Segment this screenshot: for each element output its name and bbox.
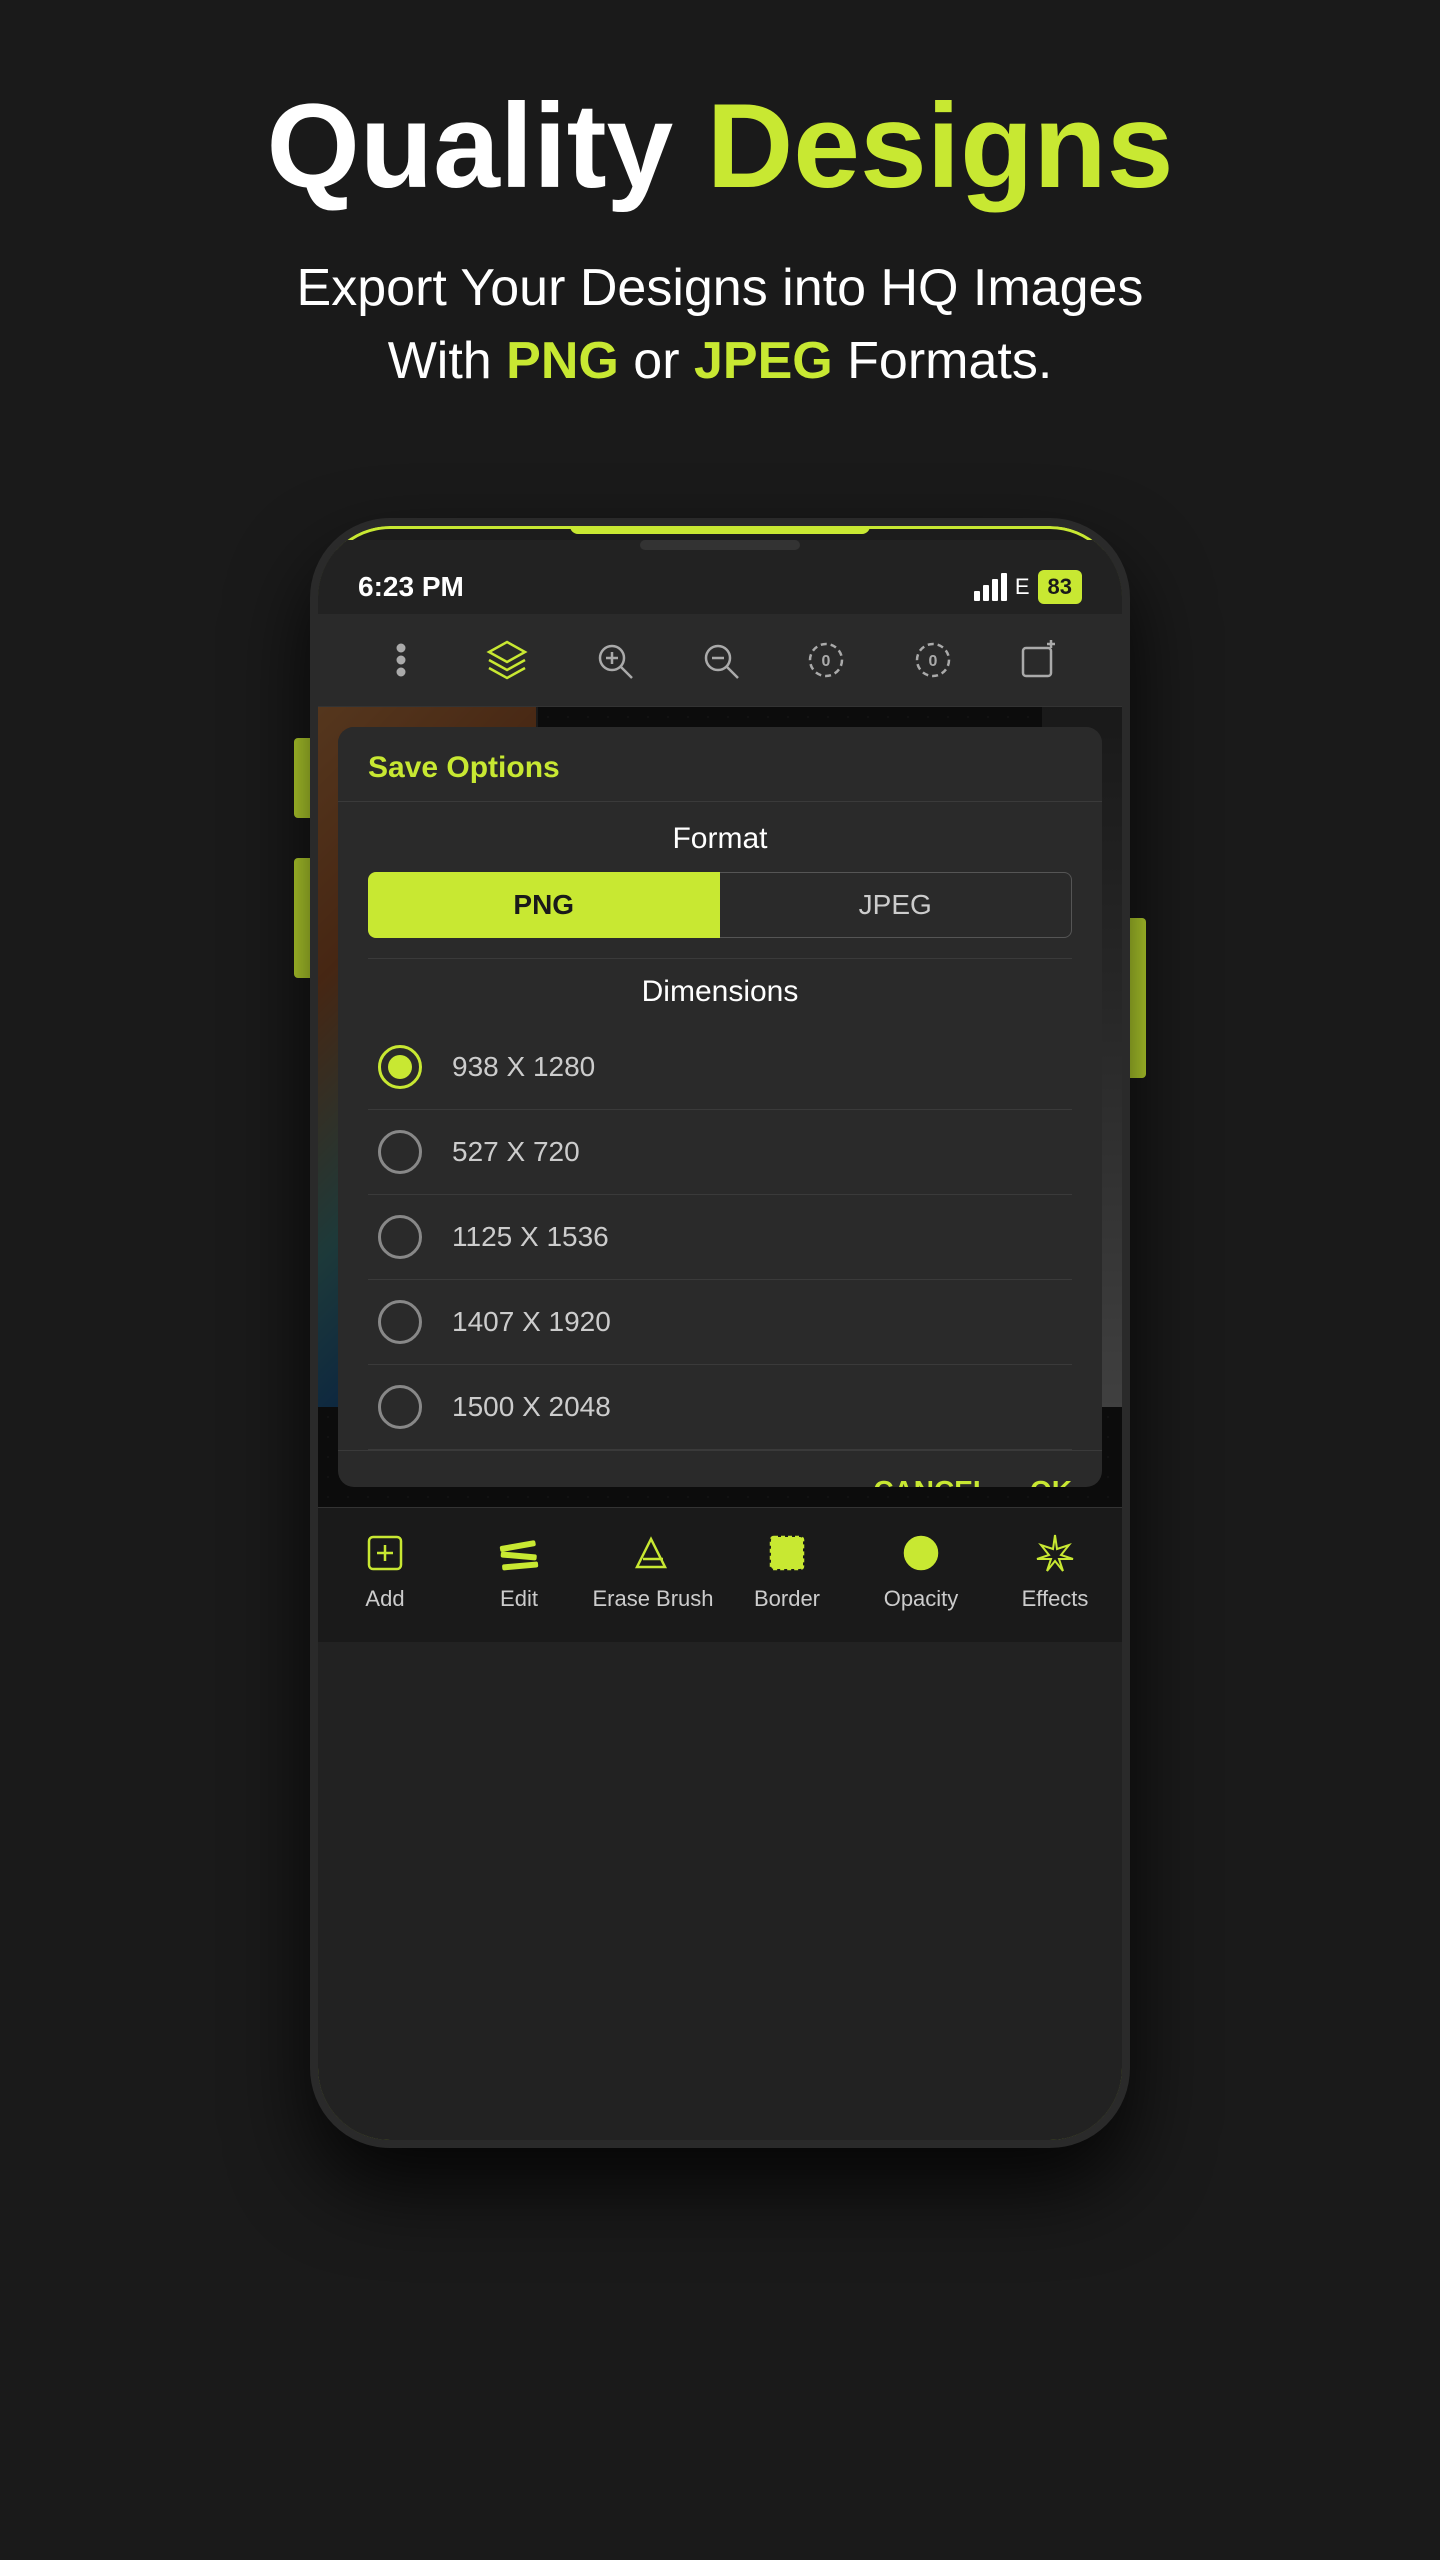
nav-label-opacity: Opacity [884,1586,959,1612]
signal-bar-4 [1001,573,1007,601]
zoom-out-icon[interactable] [690,630,750,690]
canvas-area: ← Save Options Format [318,707,1122,1507]
title-lime: Designs [707,79,1174,213]
dimension-option-0[interactable]: 938 X 1280 [368,1025,1072,1110]
ok-button[interactable]: OK [1030,1475,1072,1487]
save-options-dialog: Save Options Format PNG JPEG Dimensions [338,727,1102,1487]
layers-icon[interactable] [477,630,537,690]
subtitle-pre: With [388,332,506,390]
radio-empty-4 [378,1385,422,1429]
phone-top-accent [570,526,870,534]
dialog-overlay: Save Options Format PNG JPEG Dimensions [318,707,1122,1507]
format-jpeg-button[interactable]: JPEG [720,872,1073,938]
header-section: Quality Designs Export Your Designs into… [0,0,1440,458]
menu-icon[interactable] [371,630,431,690]
zoom-in-icon[interactable] [584,630,644,690]
side-button-left-top [294,738,310,818]
signal-bar-1 [974,591,980,601]
nav-item-add[interactable]: Add [318,1528,452,1612]
dimension-option-1[interactable]: 527 X 720 [368,1110,1072,1195]
add-layer-icon[interactable] [1009,630,1069,690]
svg-text:0: 0 [928,653,937,670]
status-icons: E 83 [974,570,1082,604]
dimension-option-3[interactable]: 1407 X 1920 [368,1280,1072,1365]
nav-item-opacity[interactable]: Opacity [854,1528,988,1612]
nav-label-add: Add [365,1586,404,1612]
subtitle-post: Formats. [833,332,1053,390]
nav-label-border: Border [754,1586,820,1612]
phone-mockup: 6:23 PM E 83 [310,518,1130,2148]
dimension-text-3: 1407 X 1920 [452,1306,611,1338]
format-section-title: Format [338,801,1102,872]
subtitle-mid: or [619,332,694,390]
cancel-button[interactable]: CANCEL [873,1475,990,1487]
status-bar: 6:23 PM E 83 [318,550,1122,614]
phone-speaker [640,540,800,550]
dimensions-title: Dimensions [368,958,1072,1025]
toolbar: 0 0 [318,614,1122,707]
dimensions-section: Dimensions 938 X 1280 [338,958,1102,1450]
radio-inner-0 [388,1055,412,1079]
signal-bars [974,573,1007,601]
subtitle: Export Your Designs into HQ Images With … [60,252,1380,398]
dialog-header: Save Options [338,727,1102,801]
nav-item-erase[interactable]: Erase Brush [586,1528,720,1612]
nav-label-effects: Effects [1022,1586,1089,1612]
dialog-actions: CANCEL OK [338,1450,1102,1487]
battery-container: 83 [1038,570,1082,604]
add-nav-icon [363,1528,407,1578]
edit-nav-icon [497,1528,541,1578]
battery: 83 [1038,570,1082,604]
side-button-left-mid [294,858,310,978]
signal-bar-3 [992,579,998,601]
nav-label-erase: Erase Brush [592,1586,713,1612]
status-time: 6:23 PM [358,571,464,603]
dimension-text-4: 1500 X 2048 [452,1391,611,1423]
signal-bar-2 [983,585,989,601]
nav-label-edit: Edit [500,1586,538,1612]
erase-nav-icon [631,1528,675,1578]
subtitle-jpeg: JPEG [694,332,833,390]
radio-empty-1 [378,1130,422,1174]
subtitle-png: PNG [506,332,619,390]
dialog-title: Save Options [368,751,560,784]
dimension-option-2[interactable]: 1125 X 1536 [368,1195,1072,1280]
nav-item-edit[interactable]: Edit [452,1528,586,1612]
svg-text:0: 0 [822,653,831,670]
nav-item-border[interactable]: Border [720,1528,854,1612]
dimension-text-1: 527 X 720 [452,1136,580,1168]
dimension-option-4[interactable]: 1500 X 2048 [368,1365,1072,1450]
opacity-nav-icon [899,1528,943,1578]
network-type: E [1015,574,1030,600]
dimension-text-0: 938 X 1280 [452,1051,595,1083]
format-buttons: PNG JPEG [338,872,1102,958]
phone-inner: 6:23 PM E 83 [318,540,1122,2140]
crop-circle-0-icon[interactable]: 0 [796,630,856,690]
main-title: Quality Designs [60,80,1380,212]
side-button-right [1130,918,1146,1078]
bottom-nav: Add Edit [318,1507,1122,1642]
subtitle-line1: Export Your Designs into HQ Images [297,259,1144,317]
format-png-button[interactable]: PNG [368,872,720,938]
crop-circle-1-icon[interactable]: 0 [903,630,963,690]
nav-item-effects[interactable]: Effects [988,1528,1122,1612]
effects-nav-icon [1033,1528,1077,1578]
radio-empty-3 [378,1300,422,1344]
radio-outer-0 [378,1045,422,1089]
phone-frame: 6:23 PM E 83 [310,518,1130,2148]
dimension-text-2: 1125 X 1536 [452,1221,609,1253]
radio-empty-2 [378,1215,422,1259]
border-nav-icon [765,1528,809,1578]
title-white: Quality [267,79,707,213]
